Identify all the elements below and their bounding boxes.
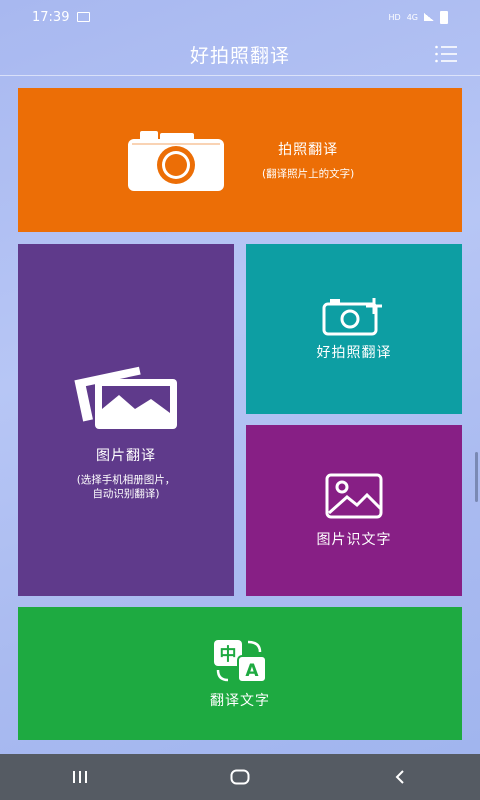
gallery-notification-icon xyxy=(77,12,91,22)
image-translate-sub-1: (选择手机相册图片， xyxy=(76,473,176,486)
photo-translate-text: 拍照翻译 (翻译照片上的文字) xyxy=(262,139,354,181)
image-icon xyxy=(325,473,383,518)
home-button[interactable] xyxy=(210,754,270,800)
network-type: HD xyxy=(388,12,401,22)
image-translate-label: 图片翻译 xyxy=(96,447,156,464)
camera-icon xyxy=(128,131,224,191)
image-ocr-label: 图片识文字 xyxy=(316,531,392,548)
signal-icon xyxy=(424,13,434,21)
page-title: 好拍照翻译 xyxy=(189,45,290,67)
image-translate-tile[interactable]: 图片翻译 (选择手机相册图片， 自动识别翻译) xyxy=(18,244,234,596)
status-time: 17:39 xyxy=(32,9,70,25)
text-translate-tile[interactable]: 中 A 翻译文字 xyxy=(18,607,462,740)
recent-apps-button[interactable] xyxy=(50,754,110,800)
translate-icon: 中 A xyxy=(214,639,267,683)
back-icon xyxy=(395,770,404,784)
signal-type: 4G xyxy=(406,12,418,22)
good-photo-label: 好拍照翻译 xyxy=(316,345,392,361)
back-button[interactable] xyxy=(370,754,430,800)
good-photo-tile[interactable]: 好拍照翻译 xyxy=(246,244,462,414)
app-bar: 好拍照翻译 xyxy=(0,34,480,76)
status-bar: 17:39 HD 4G xyxy=(0,0,480,34)
translate-icon-en: A xyxy=(245,661,259,681)
photo-translate-tile[interactable]: 拍照翻译 (翻译照片上的文字) xyxy=(18,88,462,232)
status-right: HD 4G xyxy=(388,10,448,24)
status-left: 17:39 xyxy=(32,9,91,25)
translate-icon-zh: 中 xyxy=(220,644,237,665)
photos-icon xyxy=(74,366,177,429)
scroll-indicator xyxy=(475,452,478,502)
image-ocr-tile[interactable]: 图片识文字 xyxy=(246,425,462,596)
list-menu-icon[interactable] xyxy=(434,44,458,64)
camera-plus-icon xyxy=(322,298,382,336)
system-nav-bar xyxy=(0,754,480,800)
battery-icon xyxy=(440,10,448,24)
text-translate-label: 翻译文字 xyxy=(210,692,270,709)
recent-apps-icon xyxy=(73,771,87,783)
home-icon xyxy=(230,769,250,785)
image-translate-sub-2: 自动识别翻译) xyxy=(92,488,160,500)
photo-translate-label: 拍照翻译 xyxy=(278,141,339,158)
photo-translate-sub: (翻译照片上的文字) xyxy=(262,167,355,180)
